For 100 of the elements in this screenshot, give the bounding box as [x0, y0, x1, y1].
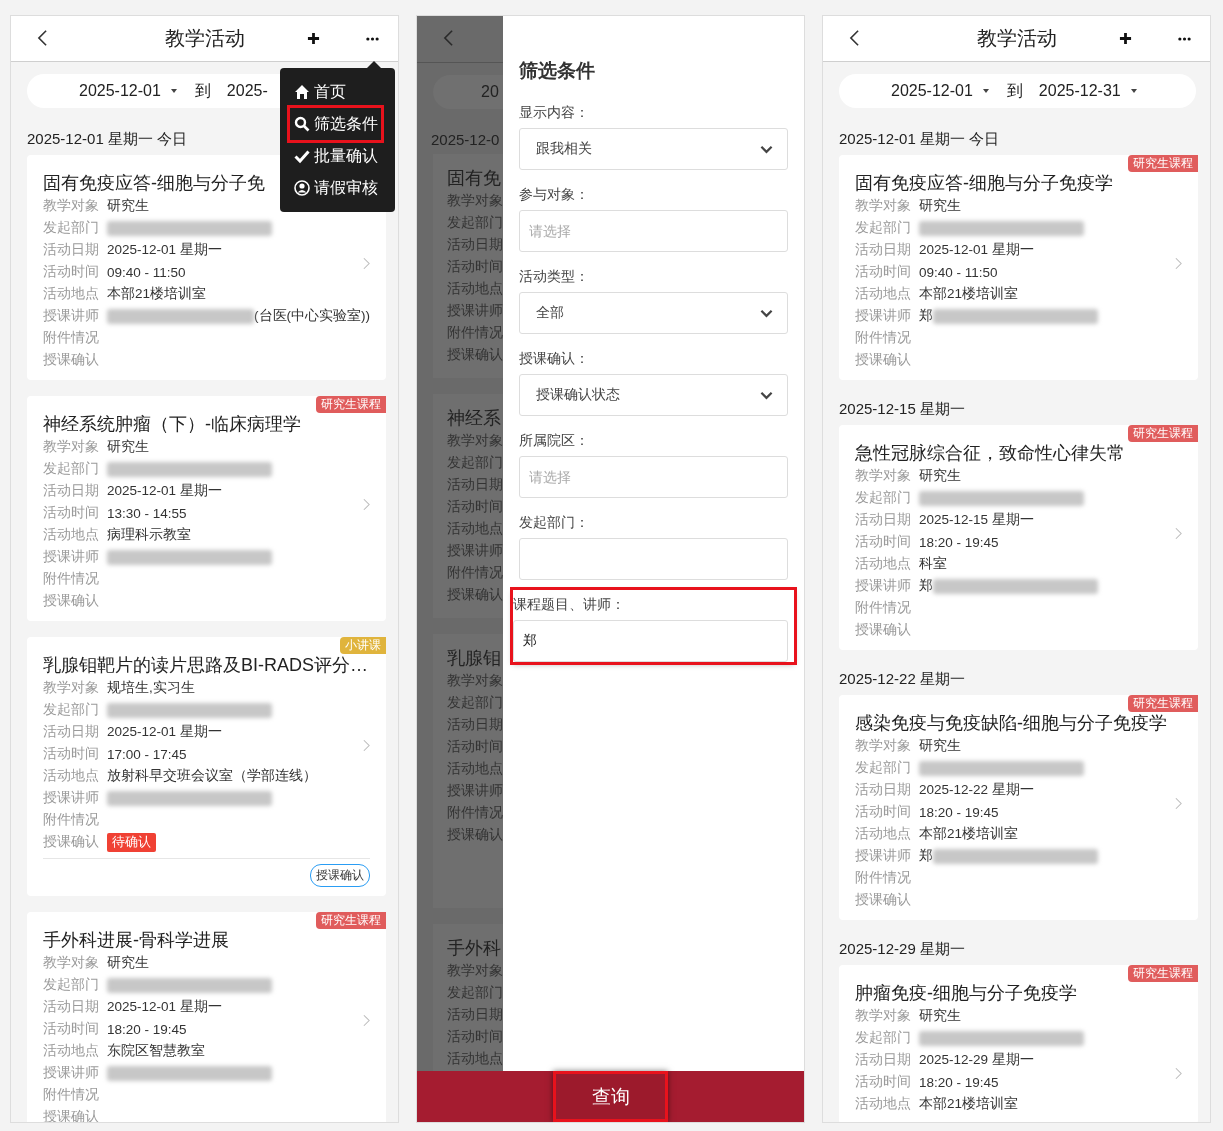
chevron-down-icon — [760, 144, 773, 154]
field-label: 参与对象： — [519, 186, 590, 204]
field-label: 附件情况 — [43, 1086, 100, 1104]
field-label: 授课讲师 — [43, 1064, 100, 1082]
field-label: 教学对象 — [447, 192, 503, 210]
field-label: 发起部门 — [43, 460, 100, 478]
end-date-picker[interactable]: 2025-12-31 — [1038, 82, 1121, 100]
activity-title: 肿瘤免疫-细胞与分子免疫学 — [855, 982, 1077, 1005]
input-field[interactable] — [519, 538, 788, 580]
field-label: 教学对象 — [43, 679, 100, 697]
course-tag: 研究生课程 — [1128, 155, 1198, 172]
field-label: 活动日期 — [43, 998, 100, 1016]
status-badge: 待确认 — [107, 832, 156, 852]
range-separator: 到 — [1006, 80, 1023, 101]
field-value: 18:20 - 19:45 — [107, 1021, 187, 1037]
more-icon[interactable] — [366, 37, 379, 41]
field-label: 活动地点 — [447, 520, 503, 538]
field-label: 活动地点 — [447, 1050, 503, 1068]
field-label: 活动时间 — [855, 263, 912, 281]
end-date-picker[interactable]: 2025- — [226, 82, 268, 100]
home-icon — [294, 84, 310, 100]
course-tag: 研究生课程 — [1128, 425, 1198, 442]
field-value: 13:30 - 14:55 — [107, 505, 187, 521]
field-label: 活动地点 — [447, 760, 503, 778]
select-field[interactable]: 跟我相关 — [519, 128, 788, 170]
back-icon[interactable] — [849, 29, 860, 47]
field-label: 附件情况 — [43, 570, 100, 588]
activity-title: 神经系 — [447, 407, 502, 430]
plus-icon[interactable] — [307, 32, 320, 45]
start-date-picker[interactable]: 2025-12-01 — [891, 82, 973, 100]
field-label: 授课讲师 — [43, 548, 100, 566]
course-tag: 小讲课 — [340, 637, 386, 654]
course-tag: 研究生课程 — [1128, 695, 1198, 712]
field-label: 活动时间 — [43, 745, 100, 763]
query-button[interactable]: 查询 — [553, 1071, 668, 1122]
menu-item[interactable]: 筛选条件 — [290, 108, 381, 140]
field-label: 授课确认 — [43, 592, 100, 610]
activity-title: 手外科进展-骨科学进展 — [43, 929, 229, 952]
field-label: 授课确认 — [447, 826, 503, 844]
input-field[interactable]: 请选择 — [519, 456, 788, 498]
page-title: 教学活动 — [976, 26, 1057, 51]
chevron-right-icon — [1175, 1067, 1182, 1080]
chevron-right-icon — [1175, 797, 1182, 810]
field-label: 活动日期 — [447, 236, 503, 254]
menu-item[interactable]: 首页 — [290, 76, 381, 108]
page-title: 教学活动 — [164, 26, 245, 51]
activity-card[interactable]: 研究生课程 感染免疫与免疫缺陷-细胞与分子免疫学 教学对象 研究生 发起部门 活动日期 2025-12-22 星期一 活动时间 18:20 - 19:45 活动地点 本部21楼培训室 授课讲师 郑 附件情况 授课确认 — [839, 695, 1198, 920]
field-value: 2025-12-01 星期一 — [107, 998, 222, 1016]
field-label: 授课确认 — [855, 351, 912, 369]
select-field[interactable]: 全部 — [519, 292, 788, 334]
back-icon[interactable] — [37, 29, 48, 47]
select-field[interactable]: 授课确认状态 — [519, 374, 788, 416]
back-icon — [443, 29, 454, 47]
activity-title: 固有免疫应答-细胞与分子免 — [43, 172, 265, 195]
field-value: 研究生 — [107, 954, 149, 972]
field-label: 附件情况 — [855, 329, 912, 347]
field-value: 郑 — [919, 307, 933, 325]
chevron-right-icon — [363, 498, 370, 511]
field-label: 活动地点 — [855, 825, 912, 843]
field-label: 授课确认 — [447, 346, 503, 364]
chevron-down-icon — [760, 308, 773, 318]
field-label: 活动时间 — [43, 504, 100, 522]
field-value: 研究生 — [107, 438, 149, 456]
activity-title: 手外科 — [447, 937, 502, 960]
field-value: 17:00 - 17:45 — [107, 746, 187, 762]
input-field[interactable]: 请选择 — [519, 210, 788, 252]
plus-icon[interactable] — [1119, 32, 1132, 45]
field-value: 研究生 — [919, 467, 961, 485]
course-tag: 研究生课程 — [316, 912, 386, 929]
activity-card[interactable]: 研究生课程 肿瘤免疫-细胞与分子免疫学 教学对象 研究生 发起部门 活动日期 2025-12-29 星期一 活动时间 18:20 - 19:45 活动地点 本部21楼培训室 — [839, 965, 1198, 1122]
activity-title: 乳腺钼 — [447, 647, 502, 670]
start-date-picker[interactable]: 2025-12-01 — [79, 82, 161, 100]
field-label: 教学对象 — [855, 1007, 912, 1025]
field-value: 放射科早交班会议室（学部连线） — [107, 767, 317, 785]
field-value: 2025-12-22 星期一 — [919, 781, 1034, 799]
field-value: 2025-12-01 星期一 — [919, 241, 1034, 259]
activity-card[interactable]: 研究生课程 固有免疫应答-细胞与分子免疫学 教学对象 研究生 发起部门 活动日期 2025-12-01 星期一 活动时间 09:40 - 11:50 活动地点 本部21楼培训室 授课讲师 郑 附件情况 授课确认 — [839, 155, 1198, 380]
caret-icon — [170, 89, 177, 93]
field-value: 09:40 - 11:50 — [919, 264, 998, 280]
field-label: 教学对象 — [43, 954, 100, 972]
input-field[interactable]: 郑 — [513, 620, 788, 662]
field-value: 2025-12-15 星期一 — [919, 511, 1034, 529]
field-value: 病理科示教室 — [107, 526, 191, 544]
field-value: 本部21楼培训室 — [107, 285, 207, 303]
more-icon[interactable] — [1178, 37, 1191, 41]
field-label: 附件情况 — [43, 811, 100, 829]
field-label: 活动地点 — [447, 280, 503, 298]
activity-title: 感染免疫与免疫缺陷-细胞与分子免疫学 — [855, 712, 1167, 735]
field-label: 活动日期 — [855, 781, 912, 799]
field-value: 规培生,实习生 — [107, 679, 195, 697]
course-tag: 研究生课程 — [1128, 965, 1198, 982]
field-label: 教学对象 — [43, 438, 100, 456]
field-label: 授课讲师 — [855, 847, 912, 865]
menu-item[interactable]: 请假审核 — [290, 172, 381, 204]
check-icon — [294, 148, 310, 164]
activity-card[interactable]: 研究生课程 急性冠脉综合征，致命性心律失常 教学对象 研究生 发起部门 活动日期 2025-12-15 星期一 活动时间 18:20 - 19:45 活动地点 科室 授课讲师 郑 附件情况 授课确认 — [839, 425, 1198, 650]
activity-card[interactable]: 小讲课 乳腺钼靶片的读片思路及BI-RADS评分… 教学对象 规培生,实习生 发起部门 活动日期 2025-12-01 星期一 活动时间 17:00 - 17:45 活动地点 放射科早交班会议室（学部连线） 授课讲师 附件情况 授课确认 待确认 授课确认 — [27, 637, 386, 896]
confirm-button[interactable]: 授课确认 — [310, 864, 370, 887]
activity-card[interactable]: 研究生课程 神经系统肿瘤（下）-临床病理学 教学对象 研究生 发起部门 活动日期 2025-12-01 星期一 活动时间 13:30 - 14:55 活动地点 病理科示教室 授课讲师 附件情况 授课确认 — [27, 396, 386, 621]
field-label: 授课确认 — [855, 621, 912, 639]
